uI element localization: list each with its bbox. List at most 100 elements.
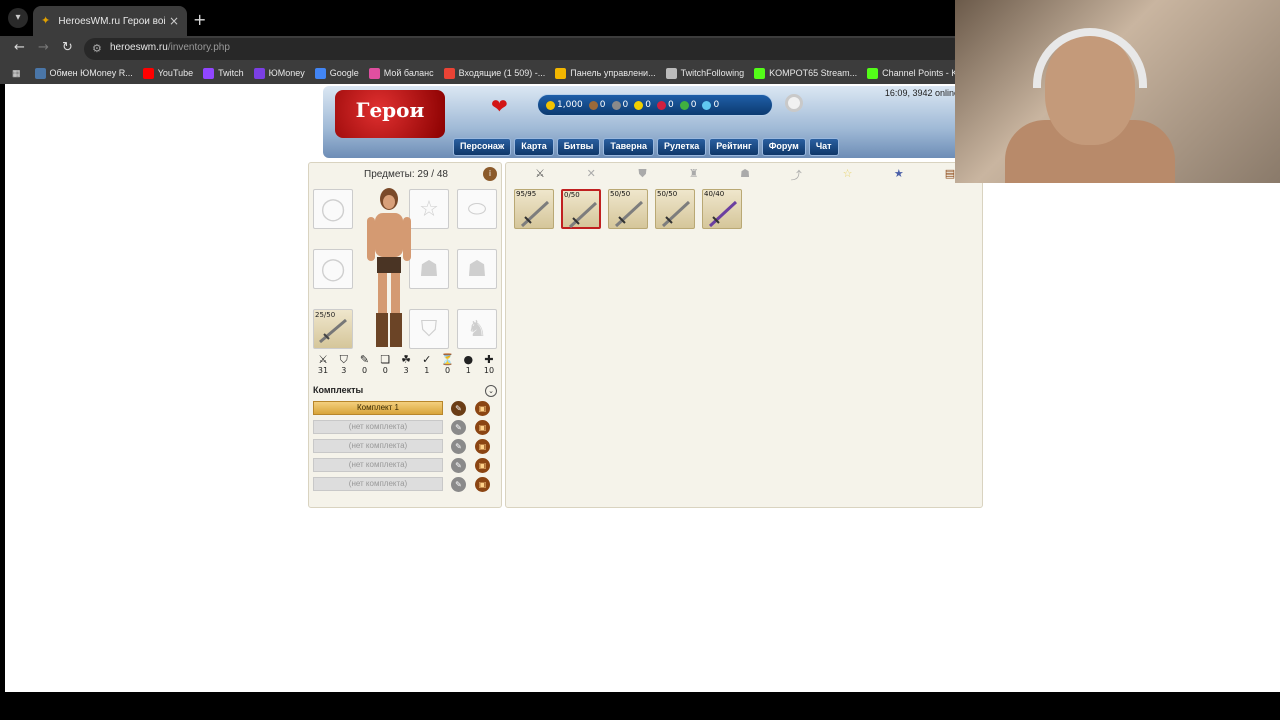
hero-stats: ⚔ 31 ⛉ 3 ✎ 0 ❏ 0 ☘ 3 ✓ 1 ⏳ 0 ● 1 ✚ 10: [313, 353, 499, 375]
tab-crossed-swords-icon[interactable]: ✕: [581, 167, 601, 185]
mirror-slot[interactable]: ⬭: [457, 189, 497, 229]
item-durability: 95/95: [516, 190, 537, 198]
ring-icon[interactable]: [785, 94, 803, 112]
forward-icon[interactable]: →: [38, 40, 49, 55]
inventory-item[interactable]: 0/50: [561, 189, 601, 229]
close-tab-icon[interactable]: ×: [169, 14, 179, 28]
bookmark-item[interactable]: YouTube: [142, 67, 193, 79]
stat-item: ✚ 10: [479, 353, 499, 375]
bookmark-item[interactable]: Twitch: [203, 67, 244, 79]
edit-pencil-icon[interactable]: ✎: [451, 401, 466, 416]
set-row: (нет комплекта) ✎ ▣: [313, 475, 499, 494]
headphones: [1033, 28, 1147, 88]
ring-slot[interactable]: ◯: [313, 189, 353, 229]
amulet-placeholder-icon: ☆: [419, 196, 439, 222]
menu-item[interactable]: Карта: [514, 138, 554, 156]
resource-counter: 0: [702, 100, 719, 110]
sword-icon: [661, 200, 691, 228]
panel-icon: [555, 67, 567, 79]
bookmark-item[interactable]: ЮMoney: [253, 67, 305, 79]
ring-slot-2[interactable]: ◯: [313, 249, 353, 289]
bookmark-item[interactable]: Google: [314, 67, 359, 79]
apps-icon[interactable]: ▦: [12, 68, 21, 79]
menu-item[interactable]: Рулетка: [656, 138, 707, 156]
info-icon[interactable]: i: [483, 167, 497, 181]
save-set-icon[interactable]: ▣: [475, 439, 490, 454]
back-icon[interactable]: ←: [14, 40, 25, 55]
inventory-item[interactable]: 50/50: [608, 189, 648, 229]
browser-tab[interactable]: ✦ HeroesWM.ru Герои войны и Д ×: [33, 6, 187, 36]
set-row: (нет комплекта) ✎ ▣: [313, 456, 499, 475]
bookmark-item[interactable]: KOMPOT65 Stream...: [754, 67, 857, 79]
mount-slot[interactable]: ♞: [457, 309, 497, 349]
tab-armor-icon[interactable]: ⛊: [633, 167, 653, 185]
bookmark-item[interactable]: TwitchFollowing: [665, 67, 744, 79]
item-durability: 40/40: [704, 190, 725, 198]
reload-icon[interactable]: ↻: [62, 40, 73, 55]
resource-counter: 0: [679, 100, 696, 110]
inventory-item[interactable]: 95/95: [514, 189, 554, 229]
tab-search-button[interactable]: ▾: [8, 8, 28, 28]
backpack-placeholder-icon: ☗: [467, 256, 487, 282]
save-set-icon[interactable]: ▣: [475, 401, 490, 416]
tab-star-icon[interactable]: ☆: [838, 167, 858, 185]
tab-favorites-icon[interactable]: ★: [889, 167, 909, 185]
bookmark-item[interactable]: Обмен ЮMoney R...: [34, 67, 133, 79]
set-name-button[interactable]: (нет комплекта): [313, 439, 443, 453]
backpack-slot[interactable]: ☗: [457, 249, 497, 289]
address-bar[interactable]: ⚙ heroeswm.ru/inventory.php: [84, 38, 964, 60]
menu-item[interactable]: Форум: [761, 138, 806, 156]
vk-icon: [34, 67, 46, 79]
bookmark-item[interactable]: Панель управлени...: [555, 67, 656, 79]
menu-item[interactable]: Чат: [808, 138, 839, 156]
bookmark-item[interactable]: Входящие (1 509) -...: [443, 67, 545, 79]
weapon-slot[interactable]: 25/50: [313, 309, 353, 349]
weapon-durability: 25/50: [315, 311, 336, 319]
mirror-placeholder-icon: ⬭: [467, 196, 487, 222]
inventory-item[interactable]: 50/50: [655, 189, 695, 229]
bookmark-label: Twitch: [218, 68, 244, 78]
tab-weapons-icon[interactable]: ⚔: [530, 167, 550, 185]
edit-pencil-icon[interactable]: ✎: [451, 458, 466, 473]
bookmark-item[interactable]: Мой баланс: [368, 67, 434, 79]
save-set-icon[interactable]: ▣: [475, 420, 490, 435]
set-name-button[interactable]: Комплект 1: [313, 401, 443, 415]
edit-pencil-icon[interactable]: ✎: [451, 477, 466, 492]
menu-item[interactable]: Рейтинг: [709, 138, 759, 156]
set-name-button[interactable]: (нет комплекта): [313, 420, 443, 434]
set-name-button[interactable]: (нет комплекта): [313, 458, 443, 472]
resource-counter: 0: [588, 100, 606, 110]
edit-pencil-icon[interactable]: ✎: [451, 439, 466, 454]
menu-item[interactable]: Битвы: [556, 138, 601, 156]
resource-counter: 0: [634, 100, 651, 110]
edit-pencil-icon[interactable]: ✎: [451, 420, 466, 435]
resource-counter: 0: [611, 100, 628, 110]
game-logo[interactable]: Герои: [335, 90, 445, 138]
server-time-online: 16:09, 3942 online: [884, 88, 959, 98]
site-info-icon[interactable]: ⚙: [92, 42, 102, 55]
stat-value: 3: [403, 366, 409, 375]
set-row: (нет комплекта) ✎ ▣: [313, 437, 499, 456]
save-set-icon[interactable]: ▣: [475, 477, 490, 492]
stat-value: 1: [465, 366, 471, 375]
stat-value: 0: [382, 366, 388, 375]
menu-item[interactable]: Таверна: [603, 138, 654, 156]
save-set-icon[interactable]: ▣: [475, 458, 490, 473]
main-menu: Персонаж Карта Битвы Таверна Рулетка Рейтинг Ф…: [453, 138, 839, 156]
tab-helmet-icon[interactable]: ☗: [735, 167, 755, 185]
set-name-button[interactable]: (нет комплекта): [313, 477, 443, 491]
morale-icon: ✓: [422, 353, 432, 366]
inventory-item[interactable]: 40/40: [702, 189, 742, 229]
stat-item: ⏳ 0: [438, 353, 458, 375]
resource-counter: 0: [656, 100, 674, 110]
collapse-icon[interactable]: ⌄: [485, 385, 497, 397]
inventory-panel: ⚔ ✕ ⛊ ♜ ☗ ⤴ ☆ ★ ▤ 95/95 0/50 50/50 50/50 40/…: [505, 162, 983, 508]
item-durability: 50/50: [657, 190, 678, 198]
tab-misc-icon[interactable]: ⤴: [786, 167, 806, 185]
new-tab-button[interactable]: +: [193, 10, 206, 29]
heart-icon[interactable]: ❤: [491, 94, 508, 118]
category-tabs: ⚔ ✕ ⛊ ♜ ☗ ⤴ ☆ ★ ▤: [510, 167, 980, 185]
tab-boots-icon[interactable]: ♜: [684, 167, 704, 185]
resource-icon: [702, 100, 712, 110]
menu-item[interactable]: Персонаж: [453, 138, 512, 156]
